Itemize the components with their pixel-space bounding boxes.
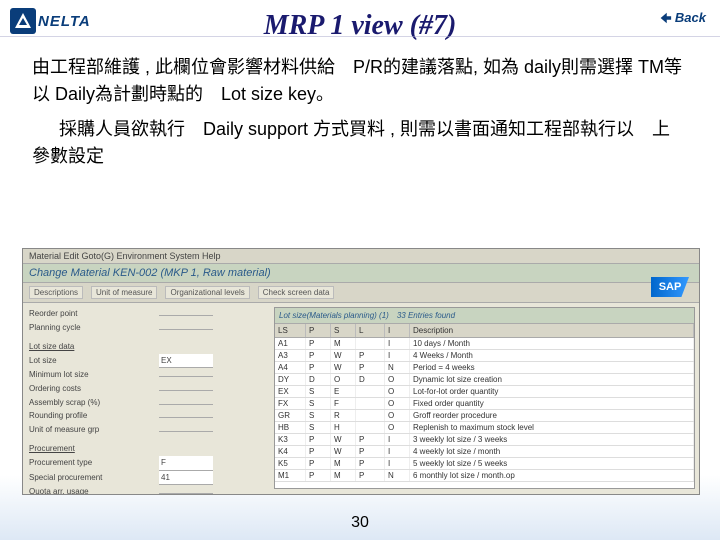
sap-section-title: Lot size data [29, 342, 74, 351]
sap-field-row: Procurement typeF [29, 456, 264, 471]
paragraph-1: 由工程部維護 , 此欄位會影響材料供給 P/R的建議落點, 如為 daily則需… [32, 54, 688, 108]
delta-logo: NELTA [10, 8, 91, 34]
sap-left-panel: Reorder pointPlanning cycle Lot size dat… [23, 303, 270, 493]
sap-tool-btn[interactable]: Check screen data [258, 286, 335, 299]
sap-popup-title: Lot size(Materials planning) (1) 33 Entr… [275, 308, 694, 324]
table-row[interactable]: M1PMPN6 monthly lot size / month.op [275, 470, 694, 482]
sap-tool-btn[interactable]: Descriptions [29, 286, 83, 299]
sap-field-row: Lot sizeEX [29, 354, 264, 369]
table-row[interactable]: A4PWPNPeriod = 4 weeks [275, 362, 694, 374]
sap-field-row: Reorder point [29, 307, 264, 321]
sap-window-title: Change Material KEN-002 (MKP 1, Raw mate… [23, 264, 699, 283]
sap-table-header: LS P S L I Description [275, 324, 694, 338]
table-row[interactable]: DYDODODynamic lot size creation [275, 374, 694, 386]
paragraph-2: 採購人員欲執行 Daily support 方式買料 , 則需以書面通知工程部執… [32, 116, 688, 170]
page-number: 30 [0, 514, 720, 532]
sap-screenshot: Material Edit Goto(G) Environment System… [22, 248, 700, 495]
back-label: Back [675, 10, 706, 25]
slide: NELTA Back MRP 1 view (#7) 由工程部維護 , 此欄位會… [0, 0, 720, 540]
sap-field-row: Planning cycle [29, 321, 264, 335]
table-row[interactable]: K5PMPI5 weekly lot size / 5 weeks [275, 458, 694, 470]
table-row[interactable]: K4PWPI4 weekly lot size / month [275, 446, 694, 458]
sap-field-row: Minimum lot size [29, 368, 264, 382]
sap-field-row: Ordering costs [29, 382, 264, 396]
table-row[interactable]: K3PWPI3 weekly lot size / 3 weeks [275, 434, 694, 446]
table-row[interactable]: EXSEOLot-for-lot order quantity [275, 386, 694, 398]
sap-field-row: Special procurement41 [29, 471, 264, 486]
logo-text: NELTA [38, 13, 91, 30]
sap-tool-btn[interactable]: Unit of measure [91, 286, 157, 299]
back-button[interactable]: Back [658, 10, 706, 25]
sap-section-title: Procurement [29, 444, 75, 453]
table-row[interactable]: A3PWPI4 Weeks / Month [275, 350, 694, 362]
table-row[interactable]: FXSFOFixed order quantity [275, 398, 694, 410]
sap-menubar: Material Edit Goto(G) Environment System… [23, 249, 699, 264]
table-row[interactable]: HBSHOReplenish to maximum stock level [275, 422, 694, 434]
body-text: 由工程部維護 , 此欄位會影響材料供給 P/R的建議落點, 如為 daily則需… [0, 42, 720, 170]
sap-popup: Lot size(Materials planning) (1) 33 Entr… [274, 307, 695, 489]
logo-triangle-icon [10, 8, 36, 34]
back-arrow-icon [658, 11, 672, 25]
sap-field-row: Quota arr. usage [29, 485, 264, 495]
table-row[interactable]: A1PMI10 days / Month [275, 338, 694, 350]
sap-field-row: Assembly scrap (%) [29, 396, 264, 410]
table-row[interactable]: GRSROGroff reorder procedure [275, 410, 694, 422]
sap-field-row: Rounding profile [29, 409, 264, 423]
sap-toolbar: Descriptions Unit of measure Organizatio… [23, 283, 699, 303]
divider [0, 36, 720, 37]
sap-tool-btn[interactable]: Organizational levels [165, 286, 249, 299]
sap-field-row: Unit of measure grp [29, 423, 264, 437]
